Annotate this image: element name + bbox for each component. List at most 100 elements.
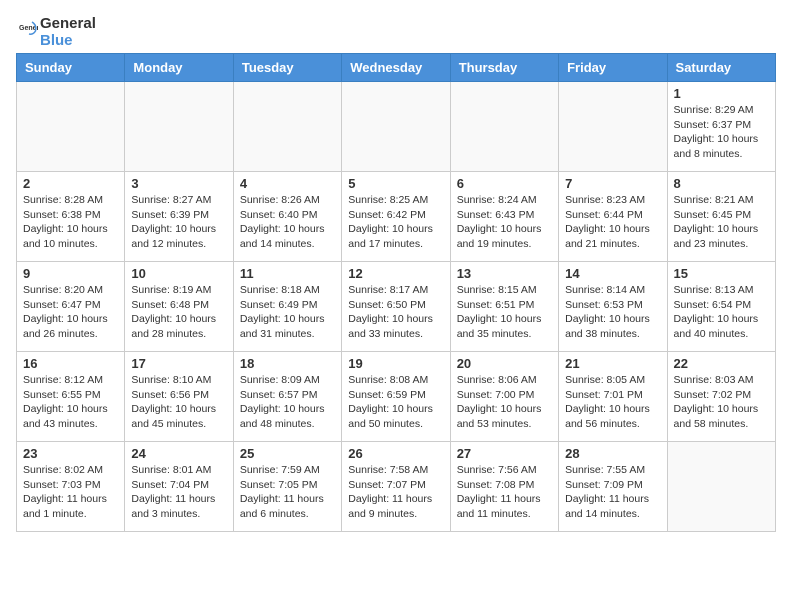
day-info: Sunrise: 7:55 AM Sunset: 7:09 PM Dayligh… [565,463,660,522]
calendar-cell: 15 Sunrise: 8:13 AM Sunset: 6:54 PM Dayli… [667,262,775,352]
calendar-cell: 10 Sunrise: 8:19 AM Sunset: 6:48 PM Dayli… [125,262,233,352]
calendar-cell [559,82,667,172]
day-number: 17 [131,356,226,371]
calendar-week-2: 9 Sunrise: 8:20 AM Sunset: 6:47 PM Daylig… [17,262,776,352]
calendar-cell: 14Sunrise: 8:14 AM Sunset: 6:53 PM Dayli… [559,262,667,352]
calendar-cell: 7 Sunrise: 8:23 AM Sunset: 6:44 PM Daylig… [559,172,667,262]
day-info: Sunrise: 8:15 AM Sunset: 6:51 PM Dayligh… [457,283,552,342]
day-number: 5 [348,176,443,191]
calendar-week-3: 16 Sunrise: 8:12 AM Sunset: 6:55 PM Dayli… [17,352,776,442]
calendar-cell [342,82,450,172]
day-info: Sunrise: 8:06 AM Sunset: 7:00 PM Dayligh… [457,373,552,432]
calendar-header: SundayMondayTuesdayWednesdayThursdayFrid… [17,54,776,82]
calendar-cell: 23 Sunrise: 8:02 AM Sunset: 7:03 PM Dayli… [17,442,125,532]
day-number: 4 [240,176,335,191]
day-info: Sunrise: 8:01 AM Sunset: 7:04 PM Dayligh… [131,463,226,522]
day-info: Sunrise: 8:13 AM Sunset: 6:54 PM Dayligh… [674,283,769,342]
calendar-header-saturday: Saturday [667,54,775,82]
calendar-week-0: 1 Sunrise: 8:29 AM Sunset: 6:37 PM Daylig… [17,82,776,172]
day-info: Sunrise: 7:59 AM Sunset: 7:05 PM Dayligh… [240,463,335,522]
calendar-cell: 28 Sunrise: 7:55 AM Sunset: 7:09 PM Dayli… [559,442,667,532]
day-info: Sunrise: 8:28 AM Sunset: 6:38 PM Dayligh… [23,193,118,252]
day-number: 21 [565,356,660,371]
day-number: 18 [240,356,335,371]
day-number: 22 [674,356,769,371]
calendar-cell: 25 Sunrise: 7:59 AM Sunset: 7:05 PM Dayli… [233,442,341,532]
day-number: 12 [348,266,443,281]
day-number: 6 [457,176,552,191]
day-info: Sunrise: 8:19 AM Sunset: 6:48 PM Dayligh… [131,283,226,342]
logo-general: General [40,16,96,33]
calendar-header-wednesday: Wednesday [342,54,450,82]
day-info: Sunrise: 7:56 AM Sunset: 7:08 PM Dayligh… [457,463,552,522]
day-number: 13 [457,266,552,281]
calendar-cell [17,82,125,172]
day-number: 19 [348,356,443,371]
day-info: Sunrise: 8:27 AM Sunset: 6:39 PM Dayligh… [131,193,226,252]
calendar-cell: 19 Sunrise: 8:08 AM Sunset: 6:59 PM Dayli… [342,352,450,442]
logo-blue: Blue [40,33,96,50]
day-number: 1 [674,86,769,101]
calendar-cell: 27 Sunrise: 7:56 AM Sunset: 7:08 PM Dayli… [450,442,558,532]
calendar-cell: 6 Sunrise: 8:24 AM Sunset: 6:43 PM Daylig… [450,172,558,262]
logo: General General Blue [16,16,96,49]
day-info: Sunrise: 8:25 AM Sunset: 6:42 PM Dayligh… [348,193,443,252]
day-info: Sunrise: 8:23 AM Sunset: 6:44 PM Dayligh… [565,193,660,252]
day-number: 3 [131,176,226,191]
day-info: Sunrise: 8:20 AM Sunset: 6:47 PM Dayligh… [23,283,118,342]
calendar-cell: 21 Sunrise: 8:05 AM Sunset: 7:01 PM Dayli… [559,352,667,442]
day-info: Sunrise: 8:10 AM Sunset: 6:56 PM Dayligh… [131,373,226,432]
calendar-cell [125,82,233,172]
day-number: 2 [23,176,118,191]
calendar-header-friday: Friday [559,54,667,82]
day-info: Sunrise: 8:14 AM Sunset: 6:53 PM Dayligh… [565,283,660,342]
calendar-header-thursday: Thursday [450,54,558,82]
calendar-header-sunday: Sunday [17,54,125,82]
day-number: 16 [23,356,118,371]
day-info: Sunrise: 8:21 AM Sunset: 6:45 PM Dayligh… [674,193,769,252]
day-number: 23 [23,446,118,461]
calendar-cell: 13 Sunrise: 8:15 AM Sunset: 6:51 PM Dayli… [450,262,558,352]
calendar-cell: 17 Sunrise: 8:10 AM Sunset: 6:56 PM Dayli… [125,352,233,442]
calendar-cell: 22 Sunrise: 8:03 AM Sunset: 7:02 PM Dayli… [667,352,775,442]
calendar-table: SundayMondayTuesdayWednesdayThursdayFrid… [16,53,776,532]
day-info: Sunrise: 8:05 AM Sunset: 7:01 PM Dayligh… [565,373,660,432]
calendar-cell [450,82,558,172]
day-number: 9 [23,266,118,281]
day-number: 8 [674,176,769,191]
calendar-cell: 5 Sunrise: 8:25 AM Sunset: 6:42 PM Daylig… [342,172,450,262]
calendar-cell: 3 Sunrise: 8:27 AM Sunset: 6:39 PM Daylig… [125,172,233,262]
calendar-cell: 24Sunrise: 8:01 AM Sunset: 7:04 PM Dayli… [125,442,233,532]
day-info: Sunrise: 8:29 AM Sunset: 6:37 PM Dayligh… [674,103,769,162]
calendar-cell: 11 Sunrise: 8:18 AM Sunset: 6:49 PM Dayli… [233,262,341,352]
day-info: Sunrise: 8:03 AM Sunset: 7:02 PM Dayligh… [674,373,769,432]
day-number: 15 [674,266,769,281]
day-info: Sunrise: 8:08 AM Sunset: 6:59 PM Dayligh… [348,373,443,432]
day-number: 11 [240,266,335,281]
day-info: Sunrise: 8:24 AM Sunset: 6:43 PM Dayligh… [457,193,552,252]
calendar-cell: 8 Sunrise: 8:21 AM Sunset: 6:45 PM Daylig… [667,172,775,262]
day-info: Sunrise: 8:17 AM Sunset: 6:50 PM Dayligh… [348,283,443,342]
calendar-cell: 26Sunrise: 7:58 AM Sunset: 7:07 PM Dayli… [342,442,450,532]
day-number: 10 [131,266,226,281]
day-info: Sunrise: 8:26 AM Sunset: 6:40 PM Dayligh… [240,193,335,252]
day-info: Sunrise: 8:18 AM Sunset: 6:49 PM Dayligh… [240,283,335,342]
day-info: Sunrise: 8:02 AM Sunset: 7:03 PM Dayligh… [23,463,118,522]
day-info: Sunrise: 8:12 AM Sunset: 6:55 PM Dayligh… [23,373,118,432]
calendar-cell: 12 Sunrise: 8:17 AM Sunset: 6:50 PM Dayli… [342,262,450,352]
calendar-cell: 16 Sunrise: 8:12 AM Sunset: 6:55 PM Dayli… [17,352,125,442]
day-number: 26 [348,446,443,461]
calendar-cell [233,82,341,172]
day-number: 7 [565,176,660,191]
calendar-cell [667,442,775,532]
day-number: 25 [240,446,335,461]
calendar-header-tuesday: Tuesday [233,54,341,82]
calendar-cell: 1 Sunrise: 8:29 AM Sunset: 6:37 PM Daylig… [667,82,775,172]
calendar-week-1: 2 Sunrise: 8:28 AM Sunset: 6:38 PM Daylig… [17,172,776,262]
calendar-cell: 9 Sunrise: 8:20 AM Sunset: 6:47 PM Daylig… [17,262,125,352]
calendar-week-4: 23 Sunrise: 8:02 AM Sunset: 7:03 PM Dayli… [17,442,776,532]
calendar-cell: 2 Sunrise: 8:28 AM Sunset: 6:38 PM Daylig… [17,172,125,262]
calendar-cell: 18Sunrise: 8:09 AM Sunset: 6:57 PM Dayli… [233,352,341,442]
day-number: 27 [457,446,552,461]
day-number: 28 [565,446,660,461]
